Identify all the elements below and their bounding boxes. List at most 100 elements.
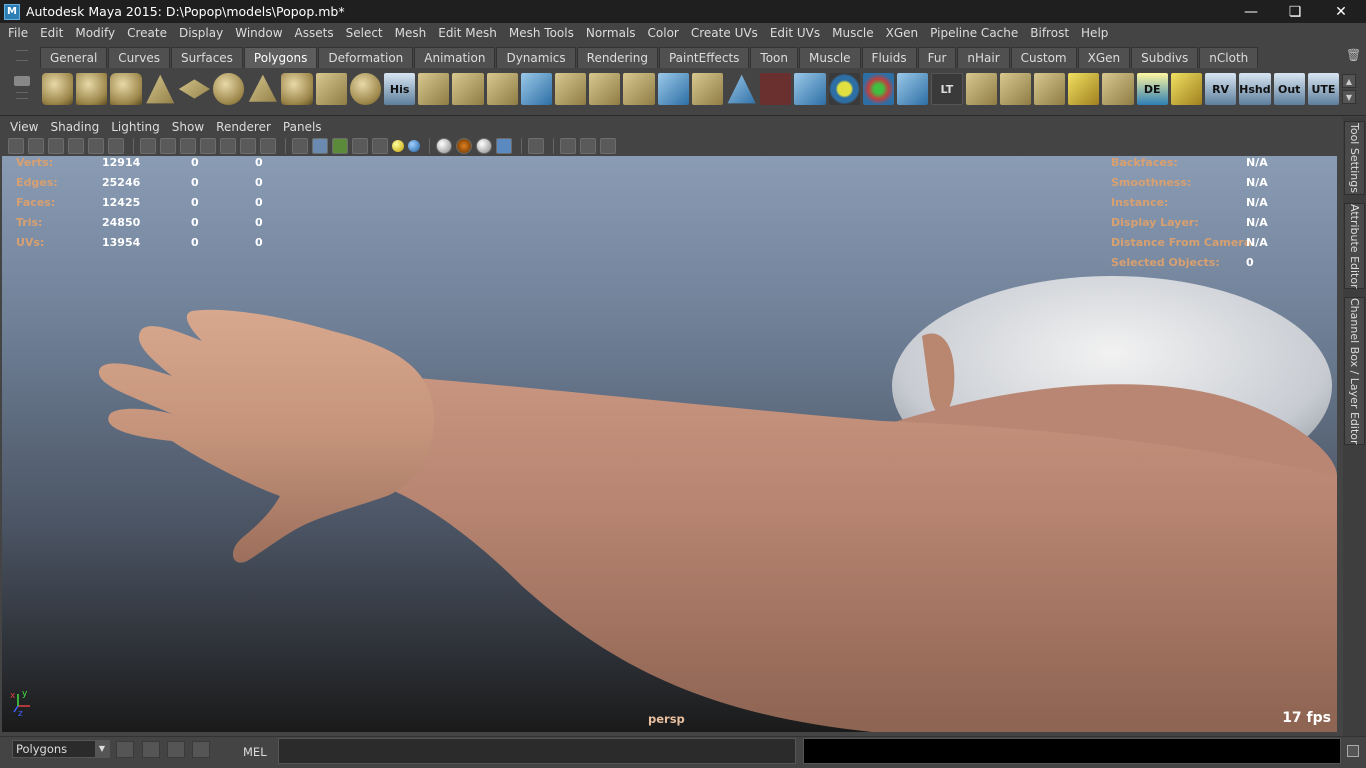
checker-icon[interactable] (372, 138, 388, 154)
uv-editor-icon[interactable] (1102, 73, 1134, 105)
command-input[interactable] (278, 738, 796, 764)
lt-button[interactable]: LT (931, 73, 963, 105)
safe-action-icon[interactable] (240, 138, 256, 154)
channel-box-tab[interactable]: Channel Box / Layer Editor (1344, 297, 1365, 445)
menu-edit[interactable]: Edit (34, 26, 69, 40)
shelf-tab-subdivs[interactable]: Subdivs (1131, 47, 1199, 68)
two-d-pan-zoom-icon[interactable] (88, 138, 104, 154)
panel-menu-view[interactable]: View (4, 120, 44, 134)
bookmarks-icon[interactable] (48, 138, 64, 154)
panel-menu-panels[interactable]: Panels (277, 120, 328, 134)
menu-color[interactable]: Color (642, 26, 685, 40)
resolution-gate-icon[interactable] (180, 138, 196, 154)
paint-tool-icon[interactable] (760, 73, 792, 105)
isolate-select-icon[interactable] (436, 138, 452, 154)
outliner-icon[interactable] (142, 741, 160, 758)
shelf-tab-deformation[interactable]: Deformation (318, 47, 414, 68)
select-camera-icon[interactable] (8, 138, 24, 154)
camera-attributes-icon[interactable] (28, 138, 44, 154)
uv-automatic-icon[interactable] (1068, 73, 1100, 105)
shelf-tab-dynamics[interactable]: Dynamics (496, 47, 576, 68)
wireframe-icon[interactable] (292, 138, 308, 154)
menu-display[interactable]: Display (173, 26, 229, 40)
ute-button[interactable]: UTE (1307, 73, 1340, 105)
tool-settings-tab[interactable]: Tool Settings (1344, 121, 1365, 195)
textured-icon[interactable] (352, 138, 368, 154)
panel-menu-lighting[interactable]: Lighting (105, 120, 166, 134)
sculpt-geometry-icon[interactable] (727, 74, 756, 104)
gate-mask-icon[interactable] (200, 138, 216, 154)
minimize-button[interactable]: — (1228, 0, 1274, 23)
shelf-scroll-up-icon[interactable]: ▲ (1342, 74, 1356, 88)
shelf-tab-xgen[interactable]: XGen (1077, 47, 1131, 68)
insert-edge-loop-icon[interactable] (555, 73, 587, 105)
camera-cube-icon[interactable] (560, 138, 576, 154)
shelf-tab-toon[interactable]: Toon (750, 47, 799, 68)
menu-normals[interactable]: Normals (580, 26, 642, 40)
shelf-tab-polygons[interactable]: Polygons (243, 47, 318, 68)
wireframe-on-shaded-icon[interactable] (332, 138, 348, 154)
poly-pipe-icon[interactable] (281, 73, 313, 105)
image-plane-icon[interactable] (68, 138, 84, 154)
use-all-lights-icon[interactable] (392, 140, 404, 152)
hshd-button[interactable]: Hshd (1239, 73, 1271, 105)
menu-bifrost[interactable]: Bifrost (1024, 26, 1075, 40)
menu-edit-uvs[interactable]: Edit UVs (764, 26, 826, 40)
wireframe-cube-icon[interactable] (794, 73, 826, 105)
field-chart-icon[interactable] (220, 138, 236, 154)
shadows-icon[interactable] (408, 140, 420, 152)
offset-edge-loop-icon[interactable] (589, 73, 621, 105)
menu-help[interactable]: Help (1075, 26, 1114, 40)
close-button[interactable]: ✕ (1318, 0, 1364, 23)
menu-create[interactable]: Create (121, 26, 173, 40)
shelf-tab-animation[interactable]: Animation (414, 47, 496, 68)
show-manipulator-icon[interactable] (897, 73, 929, 105)
shelf-tab-curves[interactable]: Curves (108, 47, 170, 68)
graph-editor-icon[interactable] (167, 741, 185, 758)
shelf-tab-custom[interactable]: Custom (1010, 47, 1077, 68)
panel-menu-show[interactable]: Show (166, 120, 210, 134)
combine-icon[interactable] (349, 73, 382, 105)
universal-manipulator-icon[interactable] (862, 73, 895, 105)
poly-cone-icon[interactable] (146, 74, 175, 104)
out-button[interactable]: Out (1273, 73, 1305, 105)
history-button[interactable]: His (384, 73, 416, 105)
persp-viewport[interactable]: Verts: 12914 0 0 Edges: 25246 0 0 Faces:… (2, 156, 1337, 732)
menu-mesh[interactable]: Mesh (389, 26, 433, 40)
menu-window[interactable]: Window (229, 26, 288, 40)
menu-set-selector[interactable]: Polygons ▼ (12, 740, 110, 758)
maximize-button[interactable]: ❏ (1272, 0, 1318, 23)
shelf-tab-muscle[interactable]: Muscle (799, 47, 861, 68)
shelf-tab-general[interactable]: General (40, 47, 108, 68)
attribute-editor-tab[interactable]: Attribute Editor (1344, 203, 1365, 289)
panel-menu-renderer[interactable]: Renderer (210, 120, 277, 134)
grid-icon[interactable] (140, 138, 156, 154)
menu-pipeline-cache[interactable]: Pipeline Cache (924, 26, 1024, 40)
shelf-tab-surfaces[interactable]: Surfaces (170, 47, 243, 68)
panel-menu-shading[interactable]: Shading (44, 120, 105, 134)
shelf-tab-painteffects[interactable]: PaintEffects (658, 47, 750, 68)
de-button[interactable]: DE (1136, 73, 1168, 105)
mel-label[interactable]: MEL (243, 745, 267, 759)
append-polygon-icon[interactable] (486, 73, 518, 105)
poly-cube-icon[interactable] (76, 73, 108, 105)
grease-pencil-icon[interactable] (108, 138, 124, 154)
menu-assets[interactable]: Assets (289, 26, 340, 40)
poly-sphere-icon[interactable] (42, 73, 74, 105)
shelf-trash-icon[interactable]: 🗑 (1346, 48, 1361, 62)
script-editor-button-icon[interactable] (1347, 745, 1359, 757)
script-editor-icon[interactable] (192, 741, 210, 758)
rv-button[interactable]: RV (1204, 73, 1237, 105)
menu-create-uvs[interactable]: Create UVs (685, 26, 764, 40)
shelf-grip-handle[interactable] (8, 46, 36, 112)
bridge-icon[interactable] (452, 73, 484, 105)
extrude-icon[interactable] (418, 73, 450, 105)
menu-modify[interactable]: Modify (69, 26, 121, 40)
create-polygon-icon[interactable] (315, 73, 347, 105)
safe-title-icon[interactable] (260, 138, 276, 154)
xray-icon[interactable] (456, 138, 472, 154)
shelf-tab-fur[interactable]: Fur (917, 47, 957, 68)
menu-file[interactable]: File (2, 26, 34, 40)
shelf-tab-nhair[interactable]: nHair (957, 47, 1010, 68)
add-divisions-icon[interactable] (623, 73, 655, 105)
